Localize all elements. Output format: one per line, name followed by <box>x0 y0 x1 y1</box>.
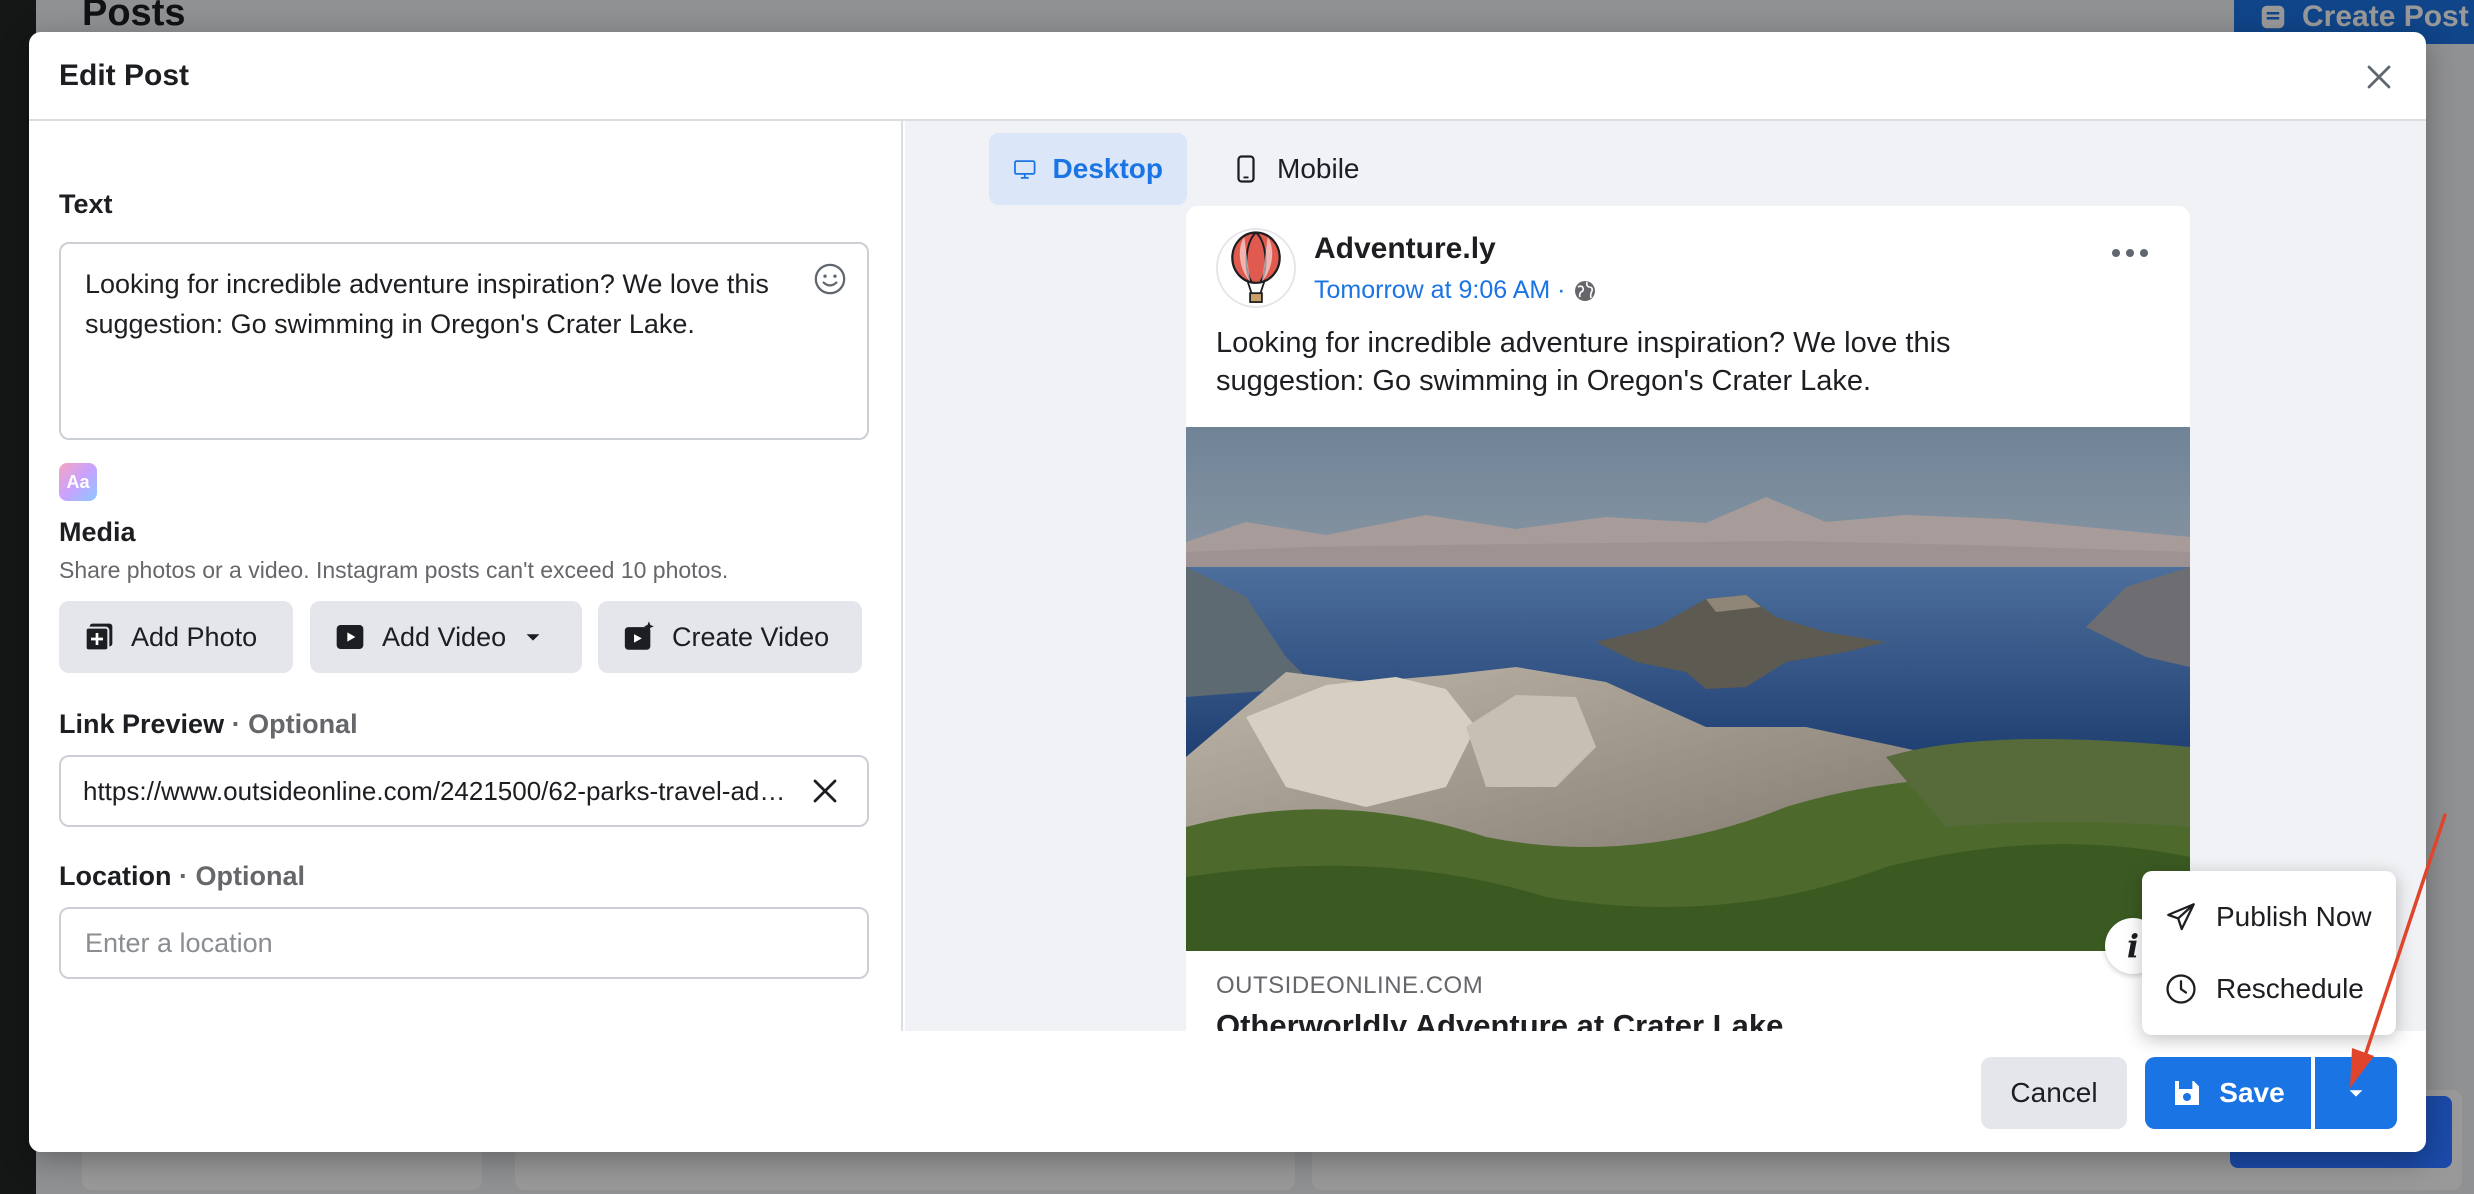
menu-item-label: Reschedule <box>2216 973 2364 1004</box>
add-photo-button[interactable]: Add Photo <box>59 601 293 673</box>
menu-item-reschedule[interactable]: Reschedule <box>2142 953 2396 1025</box>
emoji-icon[interactable] <box>813 262 847 307</box>
more-options-icon[interactable] <box>2110 246 2150 264</box>
add-video-label: Add Video <box>382 621 507 652</box>
paper-plane-icon <box>2167 903 2195 931</box>
media-section-label: Media <box>59 517 136 547</box>
link-title: Otherworldly Adventure at Crater Lake <box>1216 1008 1784 1031</box>
menu-item-publish-now[interactable]: Publish Now <box>2142 881 2396 953</box>
link-preview-label-text: Link Preview <box>59 709 225 739</box>
clock-icon <box>2166 974 2196 1004</box>
create-video-button[interactable]: Create Video <box>598 601 862 673</box>
post-text-value: Looking for incredible adventure inspira… <box>85 269 769 339</box>
add-photo-label: Add Photo <box>131 621 258 652</box>
save-options-dropdown-button[interactable] <box>2315 1057 2397 1129</box>
dialog-footer: Cancel Save <box>29 1031 2426 1152</box>
dialog-header: Edit Post <box>29 32 2426 121</box>
close-button[interactable] <box>2356 54 2402 100</box>
composer-pane: Text Looking for incredible adventure in… <box>29 121 903 1031</box>
link-preview-label: Link Preview · Optional <box>59 709 358 740</box>
menu-item-label: Publish Now <box>2216 901 2372 932</box>
clear-link-button[interactable] <box>805 771 845 811</box>
post-time: Tomorrow at 9:06 AM · <box>1314 276 1597 305</box>
add-video-button[interactable]: Add Video <box>310 601 582 673</box>
tab-desktop-label: Desktop <box>1052 153 1163 184</box>
post-text-input[interactable]: Looking for incredible adventure inspira… <box>59 242 869 440</box>
location-input[interactable] <box>59 907 869 979</box>
tab-desktop[interactable]: Desktop <box>989 133 1187 205</box>
save-label: Save <box>2219 1077 2285 1108</box>
hot-air-balloon-icon <box>1231 231 1281 303</box>
save-button[interactable]: Save <box>2145 1057 2311 1129</box>
location-label: Location · Optional <box>59 861 305 892</box>
link-preview-value: https://www.outsideonline.com/2421500/62… <box>83 775 791 806</box>
caret-down-icon <box>526 634 540 641</box>
close-icon <box>2367 65 2391 89</box>
globe-icon <box>1575 280 1596 301</box>
tab-mobile[interactable]: Mobile <box>1207 133 1387 205</box>
link-preview-input[interactable]: https://www.outsideonline.com/2421500/62… <box>59 755 869 827</box>
text-section-label: Text <box>59 189 113 219</box>
video-icon <box>336 625 364 649</box>
link-domain: OUTSIDEONLINE.COM <box>1216 972 1484 999</box>
avatar <box>1216 228 1296 308</box>
media-subtitle: Share photos or a video. Instagram posts… <box>59 557 729 583</box>
post-preview-card: Adventure.ly Tomorrow at 9:06 AM · Looki… <box>1186 206 2190 1031</box>
post-preview-text: Looking for incredible adventure inspira… <box>1216 327 1951 397</box>
edit-post-dialog: Edit Post Text Looking for incredible ad… <box>29 32 2426 1152</box>
dialog-title: Edit Post <box>59 58 190 92</box>
location-optional: · Optional <box>179 861 305 891</box>
link-preview-optional: · Optional <box>231 709 358 739</box>
crater-lake-image <box>1186 427 2190 951</box>
page-name: Adventure.ly <box>1314 232 1496 265</box>
mobile-icon <box>1237 155 1255 183</box>
floppy-disk-icon <box>2175 1081 2200 1105</box>
location-label-text: Location <box>59 861 172 891</box>
add-photo-icon <box>84 623 113 652</box>
tab-mobile-label: Mobile <box>1277 153 1360 184</box>
close-icon <box>813 779 837 803</box>
cancel-button[interactable]: Cancel <box>1981 1057 2127 1129</box>
caret-down-icon <box>2349 1090 2363 1097</box>
save-options-menu: Publish Now Reschedule <box>2142 871 2396 1035</box>
create-video-label: Create Video <box>672 621 830 652</box>
create-video-icon <box>624 621 654 650</box>
post-time-text: Tomorrow at 9:06 AM · <box>1314 276 1566 304</box>
desktop-icon <box>1014 160 1036 179</box>
text-format-icon[interactable]: Aa <box>59 463 97 501</box>
